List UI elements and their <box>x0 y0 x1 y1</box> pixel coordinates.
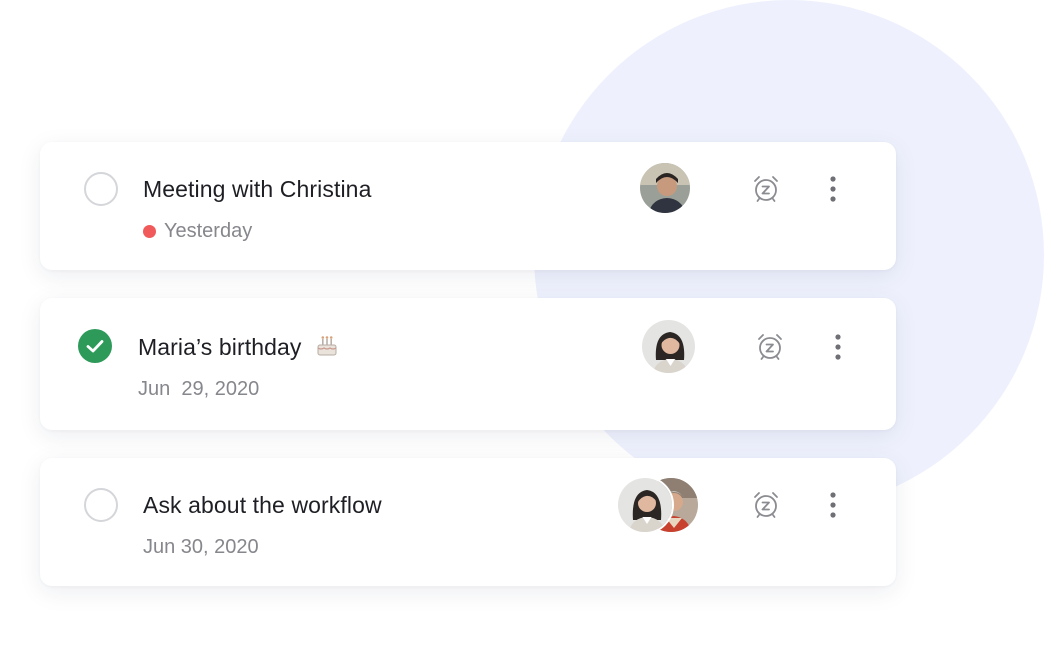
more-vertical-icon <box>830 492 836 518</box>
task-checkbox-checked[interactable] <box>78 329 112 363</box>
more-vertical-icon <box>830 176 836 202</box>
more-options-button[interactable] <box>820 329 856 365</box>
task-due-date: Jun 30, 2020 <box>143 536 259 558</box>
assignee-avatar[interactable] <box>640 318 697 375</box>
reminder-button[interactable] <box>752 329 788 365</box>
task-title: Ask about the workflow <box>143 492 382 518</box>
reminder-button[interactable] <box>748 171 784 207</box>
task-title-row: Maria’s birthday <box>138 334 338 363</box>
task-card[interactable]: Meeting with Christina Yesterday <box>40 142 896 270</box>
task-due: Jun 30, 2020 <box>143 536 259 559</box>
alarm-clock-icon <box>758 334 782 360</box>
alarm-clock-icon <box>754 176 778 202</box>
task-due-date: Yesterday <box>164 220 253 242</box>
assignee-avatar[interactable] <box>616 476 674 534</box>
task-due-date: Jun 29, 2020 <box>138 378 260 400</box>
checkmark-icon <box>86 340 104 353</box>
more-options-button[interactable] <box>815 171 851 207</box>
overdue-dot-icon <box>143 225 156 238</box>
assignee-avatar[interactable] <box>638 161 692 215</box>
alarm-clock-icon <box>754 492 778 518</box>
task-title: Meeting with Christina <box>143 176 372 202</box>
birthday-cake-icon <box>316 335 338 363</box>
task-checkbox[interactable] <box>84 488 118 522</box>
task-list-stage: Meeting with Christina Yesterday Maria’s… <box>0 0 1044 646</box>
task-card[interactable]: Maria’s birthday Jun 29, 2020 <box>40 298 896 430</box>
task-title: Maria’s birthday <box>138 334 302 360</box>
task-due: Jun 29, 2020 <box>138 378 259 401</box>
more-vertical-icon <box>835 334 841 360</box>
task-due: Yesterday <box>143 220 252 243</box>
task-card[interactable]: Ask about the workflow Jun 30, 2020 <box>40 458 896 586</box>
more-options-button[interactable] <box>815 487 851 523</box>
task-checkbox[interactable] <box>84 172 118 206</box>
reminder-button[interactable] <box>748 487 784 523</box>
